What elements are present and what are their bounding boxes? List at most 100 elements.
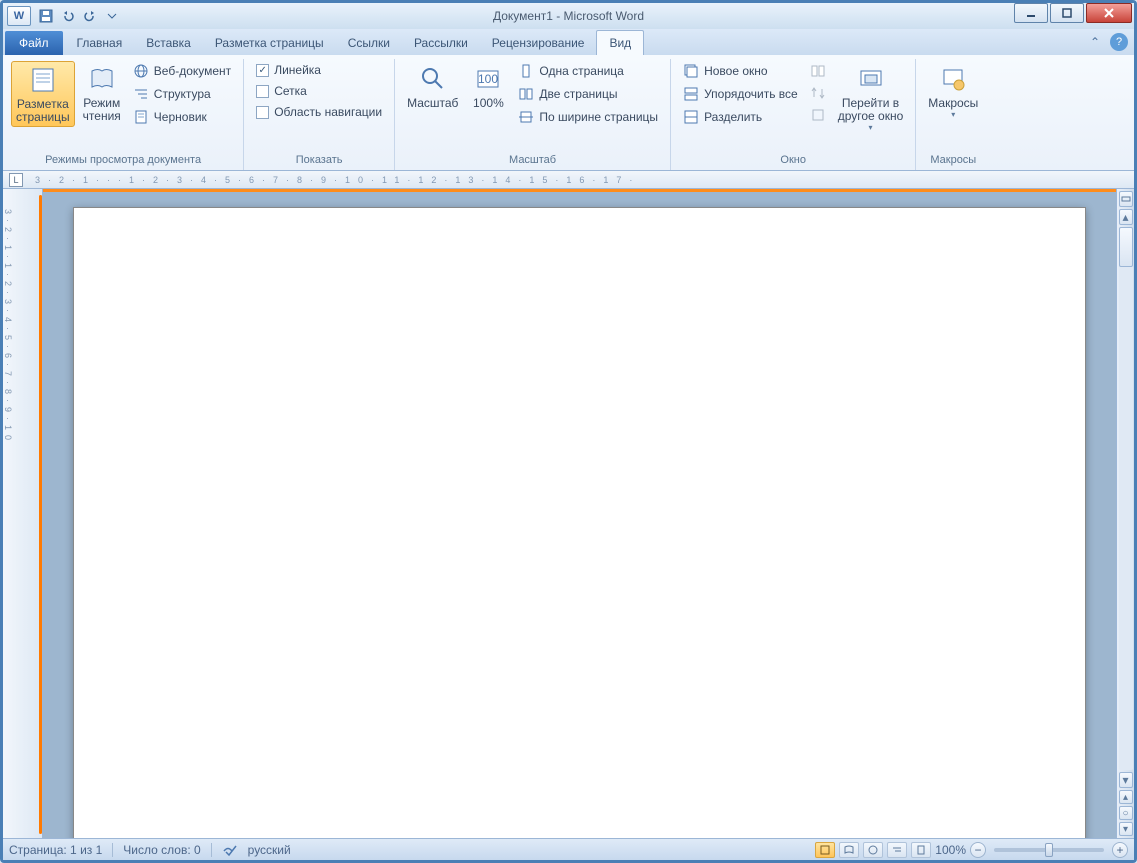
sync-scroll-button[interactable] bbox=[806, 83, 830, 103]
page-width-label: По ширине страницы bbox=[539, 110, 658, 124]
minimize-ribbon-icon[interactable]: ⌃ bbox=[1086, 33, 1104, 51]
group-window-label: Окно bbox=[679, 152, 907, 170]
help-icon[interactable]: ? bbox=[1110, 33, 1128, 51]
page[interactable] bbox=[73, 207, 1086, 838]
zoom-out-button[interactable]: − bbox=[970, 842, 986, 858]
redo-icon[interactable] bbox=[81, 7, 99, 25]
scrollbar-thumb[interactable] bbox=[1119, 227, 1133, 267]
qat-dropdown-icon[interactable] bbox=[103, 7, 121, 25]
outline-button[interactable]: Структура bbox=[129, 84, 235, 104]
draft-button[interactable]: Черновик bbox=[129, 107, 235, 127]
language-status[interactable]: русский bbox=[248, 843, 291, 857]
scroll-up-icon[interactable]: ▴ bbox=[1119, 209, 1133, 225]
two-pages-label: Две страницы bbox=[539, 87, 617, 101]
titlebar: W Документ1 - Microsoft Word bbox=[3, 3, 1134, 29]
ruler-checkbox[interactable]: ✓Линейка bbox=[252, 61, 386, 79]
page-status[interactable]: Страница: 1 из 1 bbox=[9, 843, 102, 857]
zoom-button[interactable]: Масштаб bbox=[403, 61, 462, 112]
new-window-icon bbox=[683, 63, 699, 79]
view-web-icon[interactable] bbox=[863, 842, 883, 858]
page-width-button[interactable]: По ширине страницы bbox=[514, 107, 662, 127]
side-by-side-button[interactable] bbox=[806, 61, 830, 81]
tab-home[interactable]: Главная bbox=[65, 31, 135, 55]
proofing-icon[interactable] bbox=[222, 843, 238, 857]
workspace: 3·2·1·1·2·3·4·5·6·7·8·9·10 ▴ ▾ ▴ ○ ▾ bbox=[3, 189, 1134, 838]
reading-icon bbox=[86, 63, 118, 95]
reset-pos-icon bbox=[810, 107, 826, 123]
new-window-label: Новое окно bbox=[704, 64, 768, 78]
scrollbar-track[interactable] bbox=[1119, 227, 1133, 770]
ruler-toggle-icon[interactable] bbox=[1119, 191, 1133, 207]
group-zoom-label: Масштаб bbox=[403, 152, 662, 170]
switch-icon bbox=[855, 63, 887, 95]
web-layout-button[interactable]: Веб-документ bbox=[129, 61, 235, 81]
macros-label: Макросы bbox=[928, 97, 978, 110]
arrange-label: Упорядочить все bbox=[704, 87, 798, 101]
one-page-label: Одна страница bbox=[539, 64, 623, 78]
group-zoom: Масштаб 100 100% Одна страница Две стран… bbox=[395, 59, 671, 170]
app-icon[interactable]: W bbox=[7, 6, 31, 26]
scroll-down-icon[interactable]: ▾ bbox=[1119, 772, 1133, 788]
vertical-ruler[interactable]: 3·2·1·1·2·3·4·5·6·7·8·9·10 bbox=[3, 189, 43, 838]
reading-label: Режим чтения bbox=[83, 97, 121, 123]
document-area[interactable] bbox=[43, 189, 1116, 838]
view-reading-icon[interactable] bbox=[839, 842, 859, 858]
macros-button[interactable]: Макросы ▾ bbox=[924, 61, 982, 121]
tab-mailings[interactable]: Рассылки bbox=[402, 31, 480, 55]
ribbon-tabs: Файл Главная Вставка Разметка страницы С… bbox=[3, 29, 1134, 55]
reading-mode-button[interactable]: Режим чтения bbox=[79, 61, 125, 125]
zoom-slider[interactable] bbox=[994, 848, 1104, 852]
view-print-layout-icon[interactable] bbox=[815, 842, 835, 858]
web-label: Веб-документ bbox=[154, 64, 231, 78]
reset-position-button[interactable] bbox=[806, 105, 830, 125]
zoom-100-button[interactable]: 100 100% bbox=[466, 61, 510, 112]
tab-insert[interactable]: Вставка bbox=[134, 31, 203, 55]
hundred-icon: 100 bbox=[472, 63, 504, 95]
horizontal-ruler[interactable]: L 3·2·1···1·2·3·4·5·6·7·8·9·10·11·12·13·… bbox=[3, 171, 1134, 189]
save-icon[interactable] bbox=[37, 7, 55, 25]
zoom-in-button[interactable]: + bbox=[1112, 842, 1128, 858]
grid-label: Сетка bbox=[274, 84, 307, 98]
dropdown-icon: ▾ bbox=[951, 110, 955, 119]
navigation-pane-checkbox[interactable]: Область навигации bbox=[252, 103, 386, 121]
tab-page-layout[interactable]: Разметка страницы bbox=[203, 31, 336, 55]
one-page-button[interactable]: Одна страница bbox=[514, 61, 662, 81]
zoom-slider-knob[interactable] bbox=[1045, 843, 1053, 857]
tab-references[interactable]: Ссылки bbox=[336, 31, 402, 55]
prev-page-icon[interactable]: ▴ bbox=[1119, 790, 1133, 804]
close-button[interactable] bbox=[1086, 3, 1132, 23]
zoom-level[interactable]: 100% bbox=[935, 843, 966, 857]
group-show-label: Показать bbox=[252, 152, 386, 170]
vertical-scrollbar[interactable]: ▴ ▾ ▴ ○ ▾ bbox=[1116, 189, 1134, 838]
group-macros: Макросы ▾ Макросы bbox=[916, 59, 990, 170]
split-button[interactable]: Разделить bbox=[679, 107, 802, 127]
view-outline-icon[interactable] bbox=[887, 842, 907, 858]
tab-stop-selector[interactable]: L bbox=[9, 173, 23, 187]
switch-label: Перейти в другое окно bbox=[838, 97, 904, 123]
print-layout-label: Разметка страницы bbox=[16, 98, 70, 124]
undo-icon[interactable] bbox=[59, 7, 77, 25]
two-pages-button[interactable]: Две страницы bbox=[514, 84, 662, 104]
checkbox-icon bbox=[256, 85, 269, 98]
macros-icon bbox=[937, 63, 969, 95]
new-window-button[interactable]: Новое окно bbox=[679, 61, 802, 81]
zoom-icon bbox=[417, 63, 449, 95]
tab-review[interactable]: Рецензирование bbox=[480, 31, 597, 55]
separator bbox=[211, 843, 212, 857]
split-icon bbox=[683, 109, 699, 125]
minimize-button[interactable] bbox=[1014, 3, 1048, 23]
browse-object-icon[interactable]: ○ bbox=[1119, 806, 1133, 820]
next-page-icon[interactable]: ▾ bbox=[1119, 822, 1133, 836]
separator bbox=[112, 843, 113, 857]
gridlines-checkbox[interactable]: Сетка bbox=[252, 82, 386, 100]
checkbox-icon bbox=[256, 106, 269, 119]
switch-windows-button[interactable]: Перейти в другое окно ▾ bbox=[834, 61, 908, 134]
view-draft-icon[interactable] bbox=[911, 842, 931, 858]
word-count[interactable]: Число слов: 0 bbox=[123, 843, 200, 857]
maximize-button[interactable] bbox=[1050, 3, 1084, 23]
dropdown-icon: ▾ bbox=[868, 123, 872, 132]
tab-view[interactable]: Вид bbox=[596, 30, 644, 55]
file-tab[interactable]: Файл bbox=[5, 31, 63, 55]
print-layout-button[interactable]: Разметка страницы bbox=[11, 61, 75, 127]
arrange-all-button[interactable]: Упорядочить все bbox=[679, 84, 802, 104]
